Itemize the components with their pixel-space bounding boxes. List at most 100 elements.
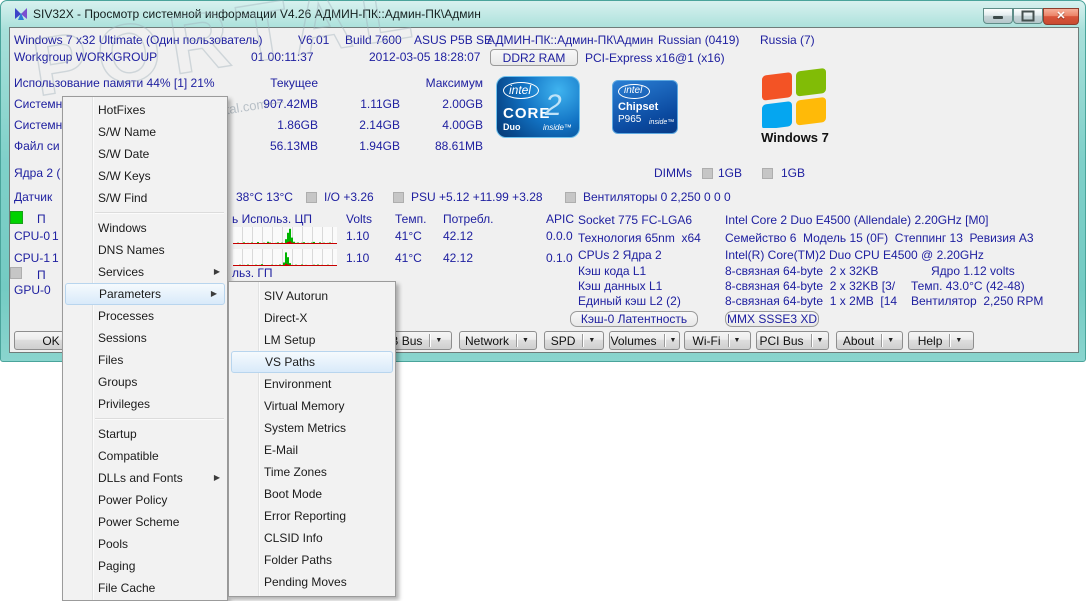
submenu-item-environment[interactable]: Environment (229, 373, 395, 395)
menu-item-power-scheme[interactable]: Power Scheme (63, 511, 227, 533)
cache-latency-button[interactable]: Кэш-0 Латентность (570, 311, 698, 327)
cpu-header-fragment: П (37, 212, 46, 226)
dropdown-arrow-icon: ▼ (955, 337, 963, 344)
sensor-temps: 38°C 13°C (236, 190, 293, 204)
menu-item-parameters[interactable]: Parameters ▶ (65, 283, 225, 305)
submenu-item-direct-x[interactable]: Direct-X (229, 307, 395, 329)
menu-item-label: Time Zones (264, 465, 327, 479)
volumes-button[interactable]: Volumes ▼ (609, 331, 680, 350)
memory-row-label: Файл си (14, 139, 60, 153)
submenu-arrow-icon: ▶ (213, 267, 220, 276)
cpu-volts: 1.10 (346, 229, 370, 243)
menu-item-label: DNS Names (98, 243, 165, 257)
menu-item-s-w-name[interactable]: S/W Name (63, 121, 227, 143)
info-label: Технология 65nm x64 (578, 231, 701, 245)
split-divider (582, 334, 584, 347)
menu-item-label: Power Scheme (98, 515, 180, 529)
pci-bus-button[interactable]: PCI Bus ▼ (756, 331, 829, 350)
memory-max: 4.00GB (442, 118, 483, 132)
menu-item-label: S/W Keys (98, 169, 151, 183)
cpu-row-name: CPU-1 (14, 251, 51, 265)
dropdown-arrow-icon: ▼ (522, 337, 529, 344)
menu-item-s-w-find[interactable]: S/W Find (63, 187, 227, 209)
menu-item-dlls-and-fonts[interactable]: DLLs and Fonts ▶ (63, 467, 227, 489)
menu-item-dns-names[interactable]: DNS Names (63, 239, 227, 261)
submenu-item-time-zones[interactable]: Time Zones (229, 461, 395, 483)
language: Russian (0419) (658, 33, 740, 47)
menu-item-pools[interactable]: Pools (63, 533, 227, 555)
menu-item-groups[interactable]: Groups (63, 371, 227, 393)
menu-item-s-w-keys[interactable]: S/W Keys (63, 165, 227, 187)
cpu1-usage-graph (233, 249, 337, 266)
ddr2-ram-button[interactable]: DDR2 RAM (490, 49, 578, 66)
menu-item-file-cache[interactable]: File Cache (63, 577, 227, 599)
cpu-temp: 41°C (395, 251, 422, 265)
submenu-item-pending-moves[interactable]: Pending Moves (229, 571, 395, 593)
menu-item-label: VS Paths (265, 355, 316, 369)
menu-item-hotfixes[interactable]: HotFixes (63, 99, 227, 121)
dimms-label: DIMMs (654, 166, 692, 180)
menu-item-s-w-date[interactable]: S/W Date (63, 143, 227, 165)
split-divider (429, 334, 431, 347)
menu-item-services[interactable]: Services ▶ (63, 261, 227, 283)
gpu-usage-header: льз. ГП (232, 266, 273, 280)
cpu-power: 42.12 (443, 251, 474, 265)
submenu-item-error-reporting[interactable]: Error Reporting (229, 505, 395, 527)
cpu-volts: 1.10 (346, 251, 370, 265)
dimm-indicator (762, 168, 773, 179)
help-button[interactable]: Help ▼ (908, 331, 974, 350)
submenu-item-lm-setup[interactable]: LM Setup (229, 329, 395, 351)
menu-item-compatible[interactable]: Compatible (63, 445, 227, 467)
country: Russia (7) (760, 33, 815, 47)
dropdown-arrow-icon: ▼ (816, 337, 824, 344)
menu-item-label: File Cache (98, 581, 156, 595)
submenu-item-vs-paths[interactable]: VS Paths (231, 351, 393, 373)
sensor-label: Датчик (14, 190, 53, 204)
about-button[interactable]: About ▼ (836, 331, 903, 350)
dimm-size: 1GB (718, 166, 743, 180)
fans-speeds: Вентиляторы 0 2,250 0 0 0 (583, 190, 731, 204)
info-value: Intel(R) Core(TM)2 Duo CPU E4500 @ 2.20G… (725, 248, 984, 262)
network-button[interactable]: Network ▼ (459, 331, 537, 350)
submenu-item-boot-mode[interactable]: Boot Mode (229, 483, 395, 505)
menu-item-windows[interactable]: Windows (63, 217, 227, 239)
info-label: Кэш кода L1 (578, 264, 647, 278)
menu-item-paging[interactable]: Paging (63, 555, 227, 577)
col-volts: Volts (346, 212, 373, 226)
spd-button[interactable]: SPD ▼ (544, 331, 604, 350)
wifi-button[interactable]: Wi-Fi ▼ (684, 331, 751, 350)
menu-item-label: DLLs and Fonts (98, 471, 183, 485)
menu-item-power-policy[interactable]: Power Policy (63, 489, 227, 511)
cpu-status-indicator (10, 211, 23, 224)
menu-item-files[interactable]: Files (63, 349, 227, 371)
menu-item-label: Pools (98, 537, 129, 551)
submenu-item-e-mail[interactable]: E-Mail (229, 439, 395, 461)
submenu-item-virtual-memory[interactable]: Virtual Memory (229, 395, 395, 417)
info-label: Кэш данных L1 (578, 279, 663, 293)
fan-rpm: Вентилятор 2,250 RPM (911, 294, 1044, 308)
dropdown-arrow-icon: ▼ (669, 337, 677, 344)
submenu-item-system-metrics[interactable]: System Metrics (229, 417, 395, 439)
menu-item-label: S/W Find (98, 191, 148, 205)
menu-item-sessions[interactable]: Sessions (63, 327, 227, 349)
submenu-item-siv-autorun[interactable]: SIV Autorun (229, 285, 395, 307)
menu-item-label: S/W Name (98, 125, 157, 139)
core-voltage: Ядро 1.12 volts (931, 264, 1015, 278)
split-divider (727, 334, 729, 347)
menu-item-privileges[interactable]: Privileges (63, 393, 227, 415)
motherboard: ASUS P5B SE (414, 33, 493, 47)
submenu-item-folder-paths[interactable]: Folder Paths (229, 549, 395, 571)
workgroup: Workgroup WORKGROUP (14, 50, 158, 64)
intel-chipset-logo: intel Chipset P965 inside™ (612, 80, 678, 134)
submenu-item-clsid-info[interactable]: CLSID Info (229, 527, 395, 549)
mmx-ssse3-button[interactable]: MMX SSSE3 XD (725, 311, 819, 327)
menu-item-processes[interactable]: Processes (63, 305, 227, 327)
menu-item-label: Direct-X (264, 311, 308, 325)
menu-item-label: SIV Autorun (264, 289, 329, 303)
menu-item-label: Services (98, 265, 145, 279)
menu-item-label: Files (98, 353, 124, 367)
menu-item-startup[interactable]: Startup (63, 423, 227, 445)
cpu-speed-fragment: 1 (52, 251, 59, 265)
menu-item-label: E-Mail (264, 443, 299, 457)
menu-item-label: Privileges (98, 397, 151, 411)
